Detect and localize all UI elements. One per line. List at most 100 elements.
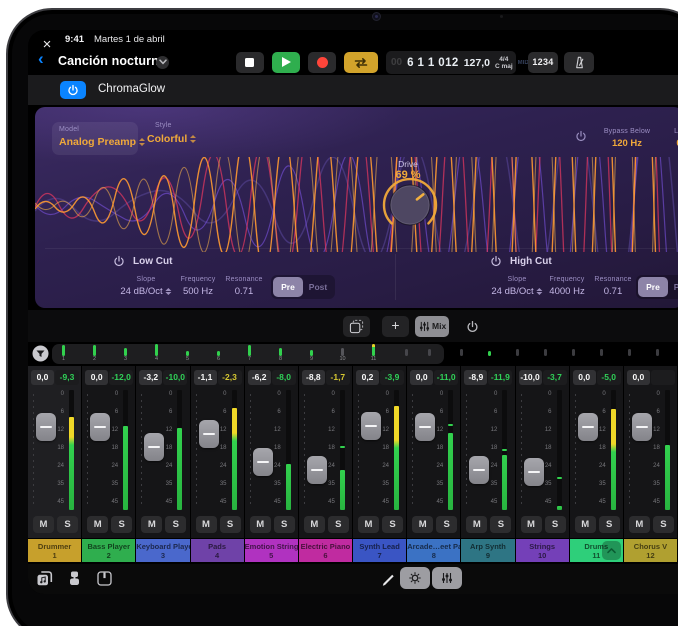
track-label[interactable]: Chorus V12 bbox=[624, 539, 677, 562]
peak-value[interactable]: -11,9 bbox=[488, 370, 512, 385]
channel-strip: 0,0-11,0061218243545MS bbox=[407, 366, 460, 538]
peak-value[interactable]: -3,9 bbox=[380, 370, 404, 385]
volume-value[interactable]: 0,0 bbox=[85, 370, 108, 385]
fader-scale-label: 6 bbox=[211, 409, 227, 415]
fader-handle[interactable] bbox=[632, 413, 652, 441]
fader-handle[interactable] bbox=[144, 433, 164, 461]
mute-button[interactable]: M bbox=[87, 516, 108, 533]
mute-button[interactable]: M bbox=[304, 516, 325, 533]
mute-button[interactable]: M bbox=[250, 516, 271, 533]
peak-value[interactable]: -2,3 bbox=[218, 370, 242, 385]
volume-value[interactable]: 0,0 bbox=[410, 370, 433, 385]
solo-button[interactable]: S bbox=[328, 516, 349, 533]
fader-handle[interactable] bbox=[90, 413, 110, 441]
peak-value[interactable]: -3,7 bbox=[543, 370, 567, 385]
solo-button[interactable]: S bbox=[274, 516, 295, 533]
volume-value[interactable]: -8,8 bbox=[302, 370, 325, 385]
fader-ruler-ticks bbox=[358, 394, 359, 508]
screen: 9:41 Martes 1 de abril ‹ Canción nocturn… bbox=[28, 30, 678, 594]
track-label[interactable]: Pads4 bbox=[191, 539, 244, 562]
peak-value[interactable]: -12,0 bbox=[109, 370, 133, 385]
fader-scale-label: 0 bbox=[427, 391, 443, 397]
level-meter bbox=[502, 455, 507, 510]
fader-handle[interactable] bbox=[253, 448, 273, 476]
channel-strip: 0,0-9,3061218243545MS bbox=[28, 366, 81, 538]
track-label[interactable]: Keyboard Player3 bbox=[136, 539, 189, 562]
track-label[interactable]: Bass Player2 bbox=[82, 539, 135, 562]
track-name: Chorus V bbox=[624, 542, 677, 551]
fader-ruler-ticks bbox=[629, 394, 630, 508]
solo-button[interactable]: S bbox=[57, 516, 78, 533]
fader-handle[interactable] bbox=[36, 413, 56, 441]
peak-value[interactable] bbox=[651, 370, 675, 385]
fader-ruler-ticks bbox=[141, 394, 142, 508]
mute-button[interactable]: M bbox=[141, 516, 162, 533]
track-label[interactable]: Arcade…eet Pad8 bbox=[407, 539, 460, 562]
solo-button[interactable]: S bbox=[220, 516, 241, 533]
solo-button[interactable]: S bbox=[111, 516, 132, 533]
peak-value[interactable]: -8,0 bbox=[272, 370, 296, 385]
mute-button[interactable]: M bbox=[466, 516, 487, 533]
track-label[interactable]: Drummer1 bbox=[28, 539, 81, 562]
mute-button[interactable]: M bbox=[358, 516, 379, 533]
fader-scale-label: 0 bbox=[211, 391, 227, 397]
solo-button[interactable]: S bbox=[382, 516, 403, 533]
solo-button[interactable]: S bbox=[490, 516, 511, 533]
volume-value[interactable]: -10,0 bbox=[519, 370, 542, 385]
fader-scale-label: 6 bbox=[536, 409, 552, 415]
fader-scale-label: 12 bbox=[319, 427, 335, 433]
track-label[interactable]: Electric Piano6 bbox=[299, 539, 352, 562]
fader-scale-label: 18 bbox=[48, 445, 64, 451]
mute-button[interactable]: M bbox=[33, 516, 54, 533]
track-label[interactable]: Emotion Strings5 bbox=[245, 539, 298, 562]
fader-handle[interactable] bbox=[307, 456, 327, 484]
volume-value[interactable]: -8,9 bbox=[464, 370, 487, 385]
fader-scale-label: 6 bbox=[265, 409, 281, 415]
peak-value[interactable]: -9,3 bbox=[55, 370, 79, 385]
pencil-icon[interactable] bbox=[380, 570, 397, 587]
channel-strip: -3,2-10,0061218243545MS bbox=[136, 366, 189, 538]
mute-button[interactable]: M bbox=[521, 516, 542, 533]
fader-scale-label: 45 bbox=[373, 499, 389, 505]
fader-handle[interactable] bbox=[524, 458, 544, 486]
fader-handle[interactable] bbox=[199, 420, 219, 448]
solo-button[interactable]: S bbox=[653, 516, 674, 533]
track-label[interactable]: Strings10 bbox=[516, 539, 569, 562]
mute-button[interactable]: M bbox=[196, 516, 217, 533]
volume-value[interactable]: -6,2 bbox=[248, 370, 271, 385]
track-label[interactable]: Drums11 bbox=[570, 539, 623, 562]
fader-handle[interactable] bbox=[361, 412, 381, 440]
fader-handle[interactable] bbox=[578, 413, 598, 441]
mixer-strips: 0,0-9,3061218243545MSDrummer10,0-12,0061… bbox=[28, 30, 678, 594]
fader-handle[interactable] bbox=[469, 456, 489, 484]
mute-button[interactable]: M bbox=[412, 516, 433, 533]
plugins-icon[interactable] bbox=[66, 570, 83, 587]
keyboard-icon[interactable] bbox=[96, 570, 113, 587]
volume-value[interactable]: -1,1 bbox=[194, 370, 217, 385]
mixer-view-button[interactable] bbox=[432, 567, 462, 589]
solo-button[interactable]: S bbox=[599, 516, 620, 533]
volume-value[interactable]: 0,2 bbox=[356, 370, 379, 385]
fader-scale-label: 18 bbox=[373, 445, 389, 451]
solo-button[interactable]: S bbox=[545, 516, 566, 533]
loop-browser-icon[interactable] bbox=[36, 570, 53, 587]
peak-value[interactable]: -10,0 bbox=[163, 370, 187, 385]
solo-button[interactable]: S bbox=[165, 516, 186, 533]
volume-value[interactable]: -3,2 bbox=[139, 370, 162, 385]
peak-value[interactable]: -5,0 bbox=[597, 370, 621, 385]
volume-value[interactable]: 0,0 bbox=[627, 370, 650, 385]
fader-scale-label: 35 bbox=[373, 481, 389, 487]
expand-stack-button[interactable] bbox=[602, 541, 621, 560]
volume-value[interactable]: 0,0 bbox=[31, 370, 54, 385]
track-label[interactable]: Synth Lead7 bbox=[353, 539, 406, 562]
peak-value[interactable]: -1,7 bbox=[326, 370, 350, 385]
volume-value[interactable]: 0,0 bbox=[573, 370, 596, 385]
mute-button[interactable]: M bbox=[629, 516, 650, 533]
controls-button[interactable] bbox=[400, 567, 430, 589]
fader-ruler-ticks bbox=[575, 394, 576, 508]
peak-value[interactable]: -11,0 bbox=[434, 370, 458, 385]
fader-handle[interactable] bbox=[415, 413, 435, 441]
mute-button[interactable]: M bbox=[575, 516, 596, 533]
track-label[interactable]: Arp Synth9 bbox=[461, 539, 514, 562]
solo-button[interactable]: S bbox=[436, 516, 457, 533]
